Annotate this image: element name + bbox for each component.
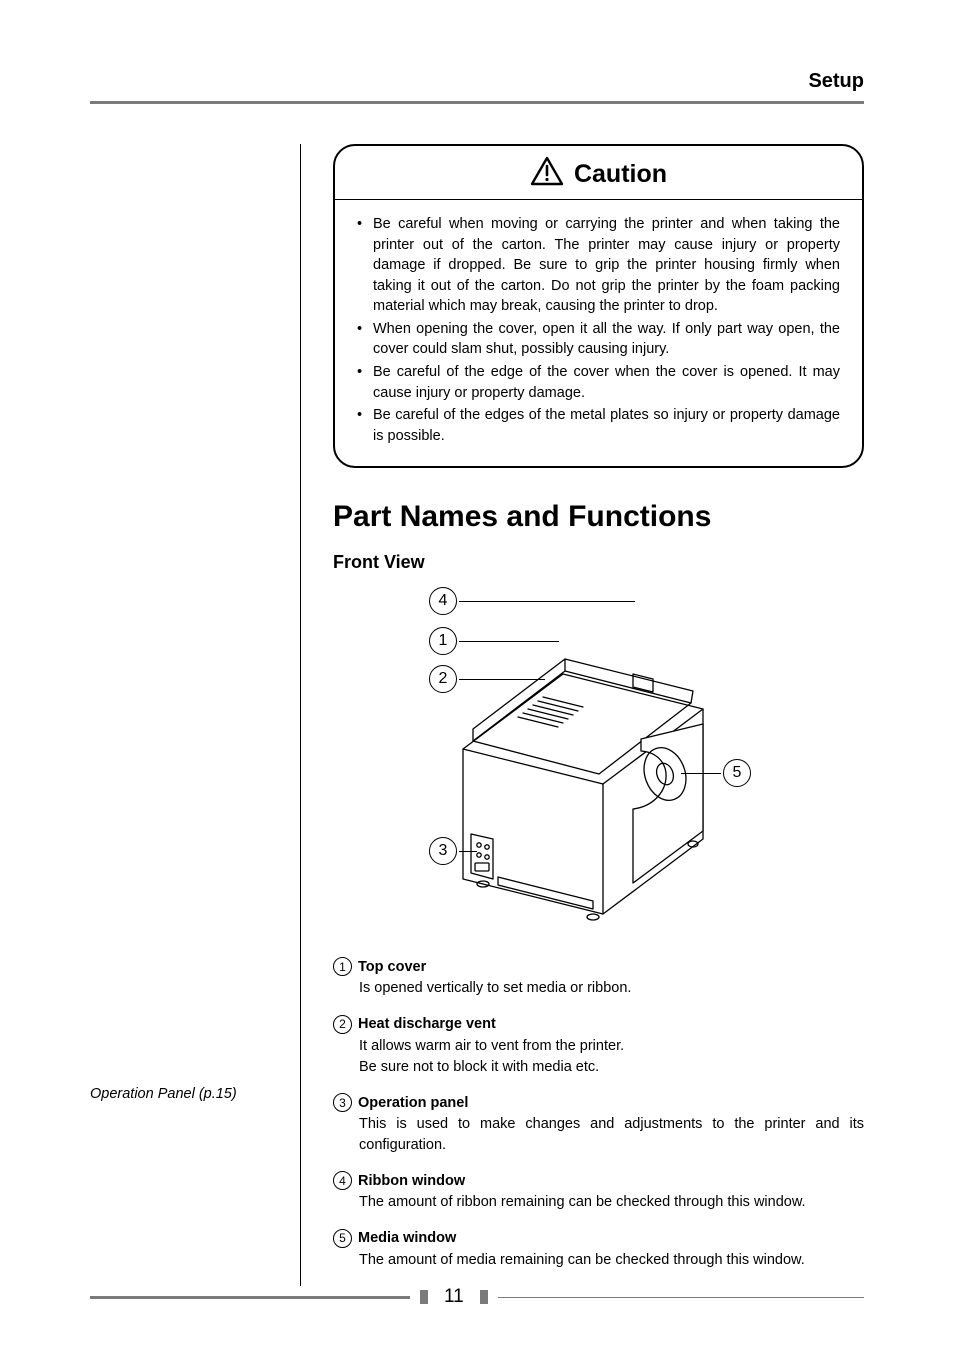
- def-title: Heat discharge vent: [358, 1016, 496, 1032]
- leader-line: [459, 851, 477, 852]
- caution-title-row: Caution: [335, 146, 862, 200]
- def-title: Operation panel: [358, 1095, 468, 1111]
- footer-ornament-icon: [420, 1290, 428, 1304]
- definition-item: 3 Operation panel This is used to make c…: [333, 1093, 864, 1155]
- front-view-diagram: 4 1 2 3: [333, 579, 864, 949]
- caution-box: Caution Be careful when moving or carryi…: [333, 144, 864, 468]
- footer-rule-right: [498, 1297, 864, 1298]
- sidenote-operation-panel: Operation Panel (p.15): [90, 1086, 280, 1102]
- main-column: Caution Be careful when moving or carryi…: [300, 144, 864, 1286]
- def-body: It allows warm air to vent from the prin…: [333, 1036, 864, 1077]
- def-body: This is used to make changes and adjustm…: [333, 1114, 864, 1155]
- sidenote-column: Operation Panel (p.15): [90, 144, 300, 1286]
- footer-rule-left: [90, 1296, 410, 1299]
- callout-number: 1: [429, 627, 457, 655]
- callout-4: 4: [429, 587, 635, 615]
- caution-item: Be careful of the edges of the metal pla…: [357, 405, 840, 446]
- callout-2: 2: [429, 665, 545, 693]
- def-number-icon: 3: [333, 1093, 352, 1112]
- callout-3: 3: [429, 837, 477, 865]
- def-title: Ribbon window: [358, 1173, 465, 1189]
- section-header: Setup: [90, 70, 864, 93]
- printer-line-drawing: [333, 579, 863, 949]
- callout-number: 5: [723, 759, 751, 787]
- leader-line: [459, 679, 545, 680]
- def-number-icon: 2: [333, 1015, 352, 1034]
- callout-1: 1: [429, 627, 559, 655]
- caution-item: When opening the cover, open it all the …: [357, 319, 840, 360]
- leader-line: [459, 601, 635, 602]
- def-body: The amount of media remaining can be che…: [333, 1250, 864, 1271]
- caution-list: Be careful when moving or carrying the p…: [335, 200, 862, 466]
- header-rule: [90, 101, 864, 104]
- definition-item: 2 Heat discharge vent It allows warm air…: [333, 1015, 864, 1077]
- definitions-list: 1 Top cover Is opened vertically to set …: [333, 957, 864, 1270]
- definition-item: 5 Media window The amount of media remai…: [333, 1229, 864, 1271]
- footer-ornament-icon: [480, 1290, 488, 1304]
- leader-line: [681, 773, 721, 774]
- leader-line: [459, 641, 559, 642]
- definition-item: 4 Ribbon window The amount of ribbon rem…: [333, 1171, 864, 1213]
- caution-item: Be careful of the edge of the cover when…: [357, 362, 840, 403]
- warning-triangle-icon: [530, 156, 564, 193]
- def-title: Media window: [358, 1230, 456, 1246]
- main-heading: Part Names and Functions: [333, 500, 864, 534]
- callout-number: 2: [429, 665, 457, 693]
- def-body: The amount of ribbon remaining can be ch…: [333, 1192, 864, 1213]
- def-number-icon: 4: [333, 1171, 352, 1190]
- def-number-icon: 1: [333, 957, 352, 976]
- callout-number: 3: [429, 837, 457, 865]
- sub-heading-front-view: Front View: [333, 552, 864, 573]
- def-title: Top cover: [358, 959, 426, 975]
- callout-number: 4: [429, 587, 457, 615]
- page-footer: 11: [90, 1286, 864, 1308]
- caution-item: Be careful when moving or carrying the p…: [357, 214, 840, 317]
- page-number: 11: [438, 1286, 470, 1308]
- def-number-icon: 5: [333, 1229, 352, 1248]
- caution-title-text: Caution: [574, 160, 667, 189]
- def-body: Is opened vertically to set media or rib…: [333, 978, 864, 999]
- definition-item: 1 Top cover Is opened vertically to set …: [333, 957, 864, 999]
- callout-5: 5: [681, 759, 751, 787]
